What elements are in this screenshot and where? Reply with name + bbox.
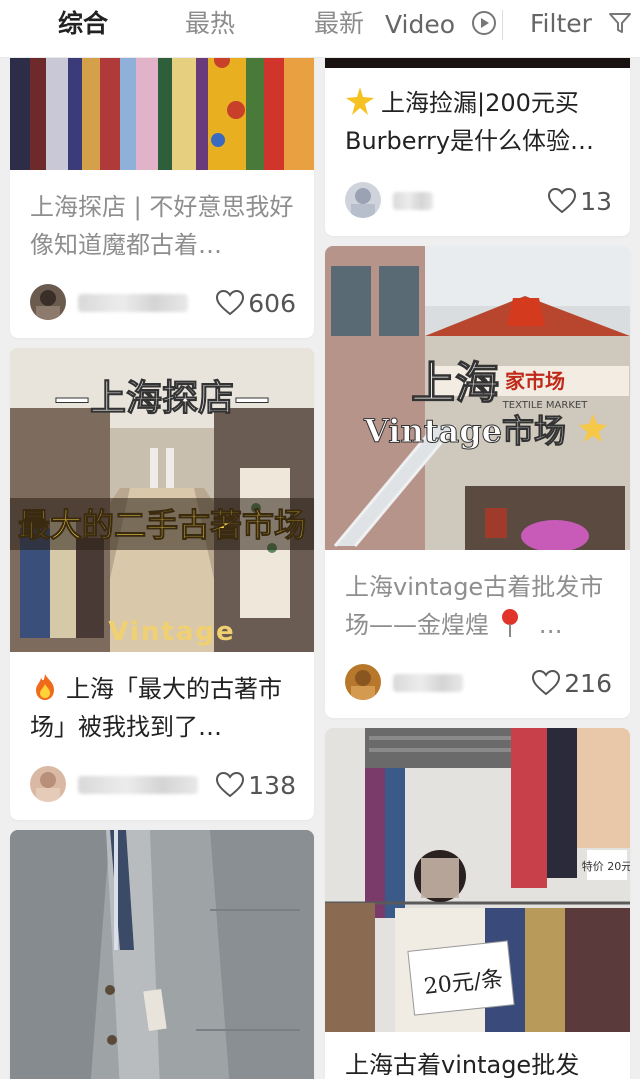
cover-corner-text: 特价 20元 xyxy=(582,859,630,873)
tab-video[interactable]: Video xyxy=(385,0,497,50)
note-card[interactable]: 特价 20元 20元/条 上海古着vintage批发 xyxy=(325,728,630,1079)
username-blurred[interactable] xyxy=(78,294,188,312)
like-count: 216 xyxy=(564,669,612,698)
like-count: 138 xyxy=(248,771,296,800)
heart-outline-icon xyxy=(548,188,577,214)
fire-emoji xyxy=(36,674,54,700)
funnel-icon xyxy=(608,13,631,33)
card-cover-image xyxy=(10,830,314,1079)
like-count: 13 xyxy=(580,187,612,216)
cover-text-top: —上海探店— xyxy=(54,378,270,419)
filter-button[interactable]: Filter xyxy=(530,0,632,50)
card-title: 上海捡漏|200元买Burberry是什么体验… xyxy=(345,84,612,164)
like-button[interactable]: 216 xyxy=(532,666,612,702)
card-author-row: 606 xyxy=(30,284,296,324)
heart-outline-icon xyxy=(532,670,561,696)
card-title-text: 上海「最大的古著市场」被我找到了… xyxy=(30,675,282,741)
cover-sign-en: TEXTILE MARKET xyxy=(502,400,589,411)
tab-video-label: Video xyxy=(385,10,456,39)
filter-label: Filter xyxy=(530,9,592,38)
sparkle-emoji xyxy=(346,87,374,115)
top-tab-bar: 综合 最热 最新 Video Filter xyxy=(0,0,640,58)
tab-zuixin[interactable]: 最新 xyxy=(314,0,364,50)
cover-text-bottom: Vintage xyxy=(108,617,235,647)
like-button[interactable]: 606 xyxy=(216,286,296,322)
cover-text-top: 上海 xyxy=(411,358,499,409)
card-title: 上海「最大的古著市场」被我找到了… xyxy=(30,670,296,750)
heart-outline-icon xyxy=(216,290,245,316)
avatar[interactable] xyxy=(30,284,66,320)
avatar[interactable] xyxy=(30,766,66,802)
heart-outline-icon xyxy=(216,772,245,798)
card-title: 上海探店 | 不好意思我好像知道魔都古着… xyxy=(30,193,294,259)
card-cover-image: 特价 20元 20元/条 xyxy=(325,728,630,1032)
note-card[interactable] xyxy=(10,830,314,1079)
avatar[interactable] xyxy=(345,664,381,700)
tab-zonghe[interactable]: 综合 xyxy=(58,0,108,50)
card-cover-image: 家市场 TEXTILE MARKET 上海 Vintage市场 xyxy=(325,246,630,550)
cover-text-mid: Vintage市场 xyxy=(363,412,566,450)
card-cover-image: —上海探店— 最大的二手古著市场 Vintage xyxy=(10,348,314,652)
card-title: 上海vintage古着批发市场——金煌煌 … xyxy=(345,568,612,648)
note-card[interactable]: —上海探店— 最大的二手古著市场 Vintage 上海「最大的古著市场」被我找到… xyxy=(10,348,314,820)
card-author-row: 138 xyxy=(30,766,296,806)
card-author-row: 13 xyxy=(345,182,612,222)
feed: 上海探店 | 不好意思我好像知道魔都古着… 606 —上海探店— 最大的二手古著… xyxy=(0,0,640,1079)
like-count: 606 xyxy=(248,289,296,318)
avatar[interactable] xyxy=(345,182,381,218)
username-blurred[interactable] xyxy=(78,776,198,794)
like-button[interactable]: 138 xyxy=(216,768,296,804)
play-circle-icon xyxy=(472,11,496,35)
tab-divider xyxy=(502,10,503,40)
card-author-row: 216 xyxy=(345,664,612,704)
cover-sign-cn: 家市场 xyxy=(505,369,565,393)
card-title-text: 上海vintage古着批发市场——金煌煌 xyxy=(345,573,604,639)
ellipsis: … xyxy=(531,611,563,639)
username-blurred[interactable] xyxy=(393,192,433,210)
note-card[interactable]: 上海探店 | 不好意思我好像知道魔都古着… 606 xyxy=(10,20,314,338)
card-title: 上海古着vintage批发 xyxy=(345,1051,580,1079)
card-title-text: 上海捡漏|200元买Burberry是什么体验… xyxy=(345,89,595,155)
note-card[interactable]: 家市场 TEXTILE MARKET 上海 Vintage市场 上海vintag… xyxy=(325,246,630,718)
red-pin-emoji xyxy=(502,609,518,637)
username-blurred[interactable] xyxy=(393,674,463,692)
tab-zuire[interactable]: 最热 xyxy=(185,0,235,50)
like-button[interactable]: 13 xyxy=(548,184,612,220)
app-root: 上海探店 | 不好意思我好像知道魔都古着… 606 —上海探店— 最大的二手古著… xyxy=(0,0,640,1079)
cover-text-mid: 最大的二手古著市场 xyxy=(18,506,306,544)
